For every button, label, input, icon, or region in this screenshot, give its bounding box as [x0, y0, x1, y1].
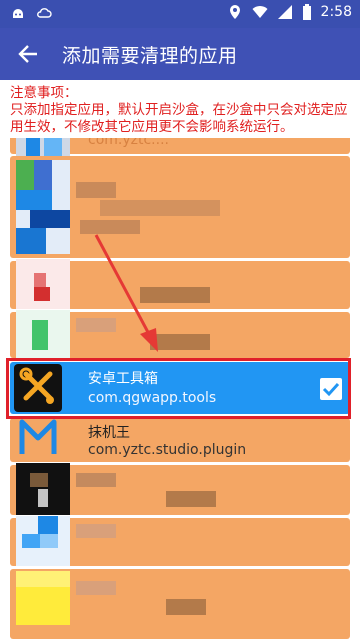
- app-list[interactable]: com.yztc.... 安卓工具箱 com.qgwapp.tools 抹机王 …: [0, 138, 360, 639]
- blurred-text: [76, 318, 116, 332]
- app-bar: 添加需要清理的应用: [0, 28, 360, 80]
- signal-icon: [277, 4, 293, 20]
- arrow-back-icon: [18, 45, 37, 63]
- app-icon: [16, 516, 70, 566]
- notice-panel: 注意事项： 只添加指定应用，默认开启沙盒，在沙盒中只会对选定应用生效，不修改其它…: [0, 80, 360, 138]
- notice-heading: 注意事项：: [10, 85, 78, 101]
- list-item[interactable]: com.yztc....: [10, 138, 350, 156]
- list-item[interactable]: [10, 310, 350, 358]
- list-item[interactable]: 抹机王 com.yztc.studio.plugin: [10, 418, 350, 462]
- app-name: 抹机王: [88, 425, 130, 441]
- app-icon: [16, 571, 70, 625]
- blurred-text: [76, 581, 116, 595]
- blurred-text: [100, 200, 220, 216]
- android-icon: [10, 5, 26, 21]
- blurred-text: [76, 182, 116, 198]
- app-icon: [16, 463, 70, 515]
- battery-icon: [302, 4, 312, 20]
- back-button[interactable]: [14, 40, 42, 68]
- page-title: 添加需要清理的应用: [62, 45, 238, 67]
- m-logo-icon: [18, 416, 58, 458]
- status-bar: 2:58: [0, 0, 360, 28]
- blurred-text: [166, 491, 216, 507]
- blurred-text: [166, 599, 206, 615]
- location-icon: [227, 4, 243, 20]
- cloud-icon: [36, 5, 52, 21]
- wifi-icon: [252, 4, 268, 20]
- blurred-text: [140, 287, 210, 303]
- blurred-text: [80, 220, 140, 234]
- notice-body: 只添加指定应用，默认开启沙盒，在沙盒中只会对选定应用生效，不修改其它应用更不会影…: [10, 102, 348, 135]
- app-icon: [16, 138, 70, 156]
- highlight-box: [6, 358, 351, 419]
- app-icon: [16, 160, 70, 254]
- blurred-text: [150, 334, 210, 350]
- app-package: com.yztc....: [88, 138, 169, 148]
- app-icon: [16, 259, 70, 309]
- list-item[interactable]: [10, 156, 350, 258]
- list-item[interactable]: [10, 463, 350, 515]
- app-package: com.yztc.studio.plugin: [88, 442, 247, 458]
- blurred-text: [76, 524, 116, 538]
- list-item[interactable]: [10, 259, 350, 309]
- list-item[interactable]: [10, 516, 350, 566]
- list-item[interactable]: [10, 569, 350, 639]
- status-time: 2:58: [320, 4, 352, 20]
- app-icon: [16, 310, 70, 358]
- blurred-text: [76, 473, 116, 487]
